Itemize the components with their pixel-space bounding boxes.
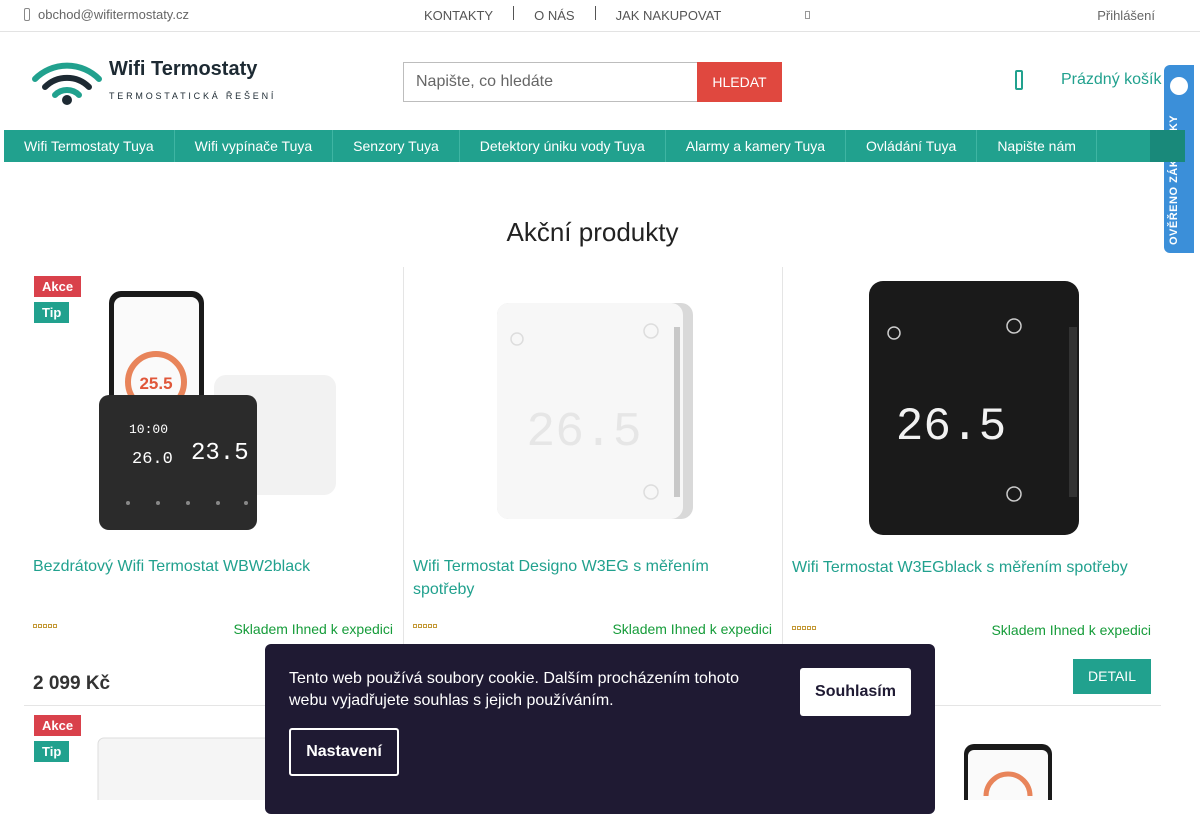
- product-name[interactable]: Bezdrátový Wifi Termostat WBW2black: [33, 555, 393, 578]
- product-price: 2 099 Kč: [33, 673, 111, 694]
- product-card[interactable]: 26.5 Wifi Termostat Designo W3EG s měřen…: [403, 267, 782, 705]
- thermostat-time: 10:00: [129, 422, 168, 437]
- stock-status: Skladem Ihned k expedici: [612, 621, 772, 637]
- thermostat-display: 26.5: [526, 406, 641, 460]
- thermostat-set-temp: 26.0: [132, 450, 173, 469]
- login-link[interactable]: Přihlášení: [1097, 8, 1155, 23]
- separator: [513, 5, 515, 20]
- thermostat-room-temp: 23.5: [191, 440, 249, 467]
- cookie-accept-button[interactable]: Souhlasím: [800, 668, 911, 716]
- cart[interactable]: Prázdný košík: [1015, 70, 1161, 90]
- more-links-icon[interactable]: [805, 11, 810, 19]
- nav-item-senzory[interactable]: Senzory Tuya: [333, 130, 460, 162]
- cart-icon[interactable]: [1015, 70, 1023, 90]
- logo[interactable]: Wifi Termostaty TERMOSTATICKÁ ŘEŠENÍ: [32, 55, 273, 107]
- main-nav: Wifi Termostaty Tuya Wifi vypínače Tuya …: [4, 130, 1185, 162]
- phone-display-temp-value: 25.5: [139, 374, 172, 393]
- contact-email[interactable]: obchod@wifitermostaty.cz: [24, 7, 189, 22]
- cookie-banner: Tento web používá soubory cookie. Dalším…: [265, 644, 935, 814]
- nav-item-vypinace[interactable]: Wifi vypínače Tuya: [175, 130, 334, 162]
- product-card[interactable]: Akce Tip 10:00 25.5 10:00 26.0 23.5 Bezd…: [24, 267, 403, 705]
- section-title: Akční produkty: [506, 217, 679, 247]
- top-links: KONTAKTY O NÁS JAK NAKUPOVAT: [424, 5, 722, 23]
- phone-icon: [24, 8, 30, 21]
- detail-button[interactable]: DETAIL: [1073, 659, 1151, 694]
- nav-item-detektory[interactable]: Detektory úniku vody Tuya: [460, 130, 666, 162]
- nav-item-napiste-nam[interactable]: Napište nám: [977, 130, 1097, 162]
- logo-tagline: TERMOSTATICKÁ ŘEŠENÍ: [109, 91, 277, 101]
- thermostat-display: 26.5: [896, 401, 1006, 453]
- cart-label[interactable]: Prázdný košík: [1061, 71, 1161, 89]
- product-name[interactable]: Wifi Termostat Designo W3EG s měřením sp…: [413, 555, 773, 601]
- search-button[interactable]: HLEDAT: [697, 62, 782, 102]
- cookie-text: Tento web používá soubory cookie. Dalším…: [289, 670, 740, 709]
- top-bar: obchod@wifitermostaty.cz KONTAKTY O NÁS …: [0, 0, 1200, 32]
- cookie-settings-button[interactable]: Nastavení: [289, 728, 399, 776]
- link-o-nas[interactable]: O NÁS: [534, 8, 574, 23]
- logo-name: Wifi Termostaty: [109, 58, 258, 80]
- stock-status: Skladem Ihned k expedici: [233, 621, 393, 637]
- nav-item-ovladani[interactable]: Ovládání Tuya: [846, 130, 978, 162]
- email-link[interactable]: obchod@wifitermostaty.cz: [38, 7, 189, 22]
- link-jak-nakupovat[interactable]: JAK NAKUPOVAT: [616, 8, 722, 23]
- rating-stars: [413, 624, 437, 628]
- separator: [594, 5, 596, 20]
- product-image[interactable]: 26.5: [404, 267, 783, 537]
- link-kontakty[interactable]: KONTAKTY: [424, 8, 493, 23]
- nav-item-alarmy[interactable]: Alarmy a kamery Tuya: [666, 130, 847, 162]
- rating-stars: [33, 624, 57, 628]
- product-image[interactable]: 26.5: [783, 267, 1162, 537]
- product-card[interactable]: 26.5 Wifi Termostat W3EGblack s měřením …: [782, 267, 1161, 705]
- badge-seal-icon: [1170, 77, 1188, 95]
- nav-item-termostaty[interactable]: Wifi Termostaty Tuya: [4, 130, 175, 162]
- wifi-logo-icon: [32, 62, 102, 105]
- product-image[interactable]: 10:00 25.5 10:00 26.0 23.5: [24, 267, 403, 537]
- nav-more-button[interactable]: [1150, 130, 1185, 162]
- search-input[interactable]: [403, 62, 697, 102]
- search-bar: HLEDAT: [403, 62, 782, 102]
- product-name[interactable]: Wifi Termostat W3EGblack s měřením spotř…: [792, 556, 1152, 579]
- rating-stars: [792, 626, 816, 630]
- stock-status: Skladem Ihned k expedici: [991, 622, 1151, 638]
